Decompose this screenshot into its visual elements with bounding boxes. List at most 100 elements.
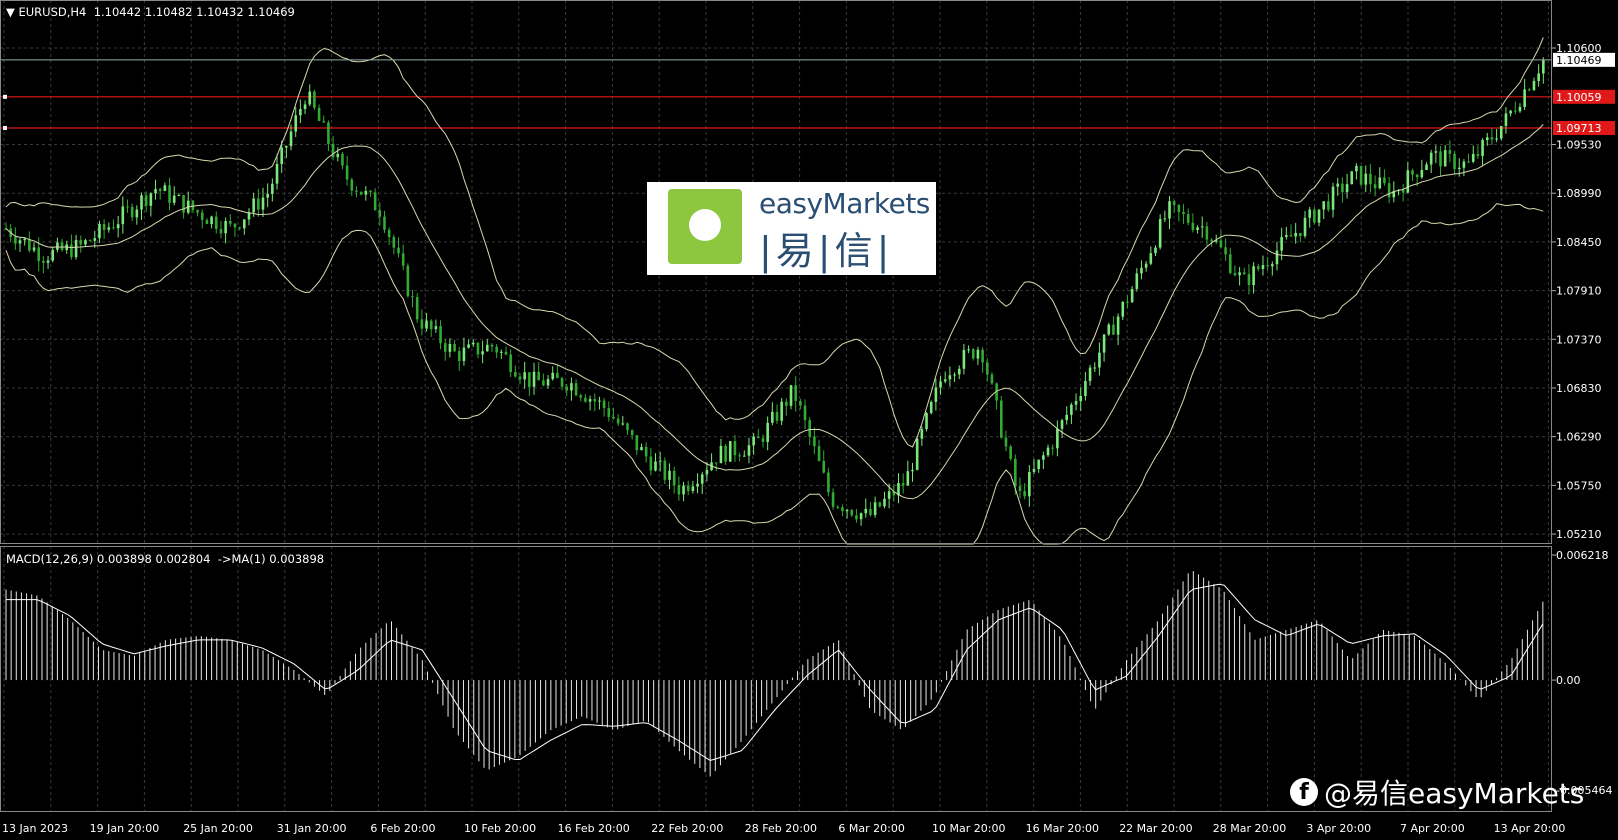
candle-body (228, 221, 232, 224)
candle-body (1495, 138, 1498, 140)
candle-body (84, 240, 87, 245)
candle-body (616, 418, 620, 424)
candle-body (976, 349, 980, 359)
candle-body (864, 508, 868, 514)
candle-body (1051, 447, 1054, 449)
candle-body (392, 237, 396, 248)
candle-body (453, 343, 456, 352)
level-tag-label: 1.09713 (1556, 122, 1602, 135)
candle-body (887, 491, 891, 499)
macd-panel (5, 571, 1544, 777)
candle-body (733, 441, 737, 456)
candle-body (1411, 170, 1414, 175)
candle-body (990, 374, 994, 384)
candle-body (747, 445, 751, 456)
candle-body (261, 197, 265, 210)
candle-body (1523, 89, 1526, 107)
candle-body (714, 462, 718, 464)
candle-body (481, 351, 484, 355)
candle-body (1485, 137, 1489, 141)
candle-body (102, 224, 106, 230)
candle-body (1542, 59, 1545, 74)
candle-body (88, 240, 92, 242)
candle-body (1317, 209, 1321, 223)
candle-body (182, 195, 185, 213)
candle-body (584, 397, 587, 402)
candle-body (883, 498, 886, 507)
candle-body (588, 399, 592, 402)
candle-body (317, 107, 321, 121)
brand-logo: easyMarkets |易|信| (647, 182, 936, 275)
candle-body (845, 509, 849, 512)
x-tick-label: 22 Feb 20:00 (651, 822, 723, 835)
candle-body (1014, 458, 1017, 487)
candle-body (149, 193, 153, 206)
candle-body (429, 320, 433, 330)
candle-body (1056, 428, 1059, 449)
candle-body (831, 492, 835, 507)
candle-body (855, 515, 858, 520)
candle-body (144, 195, 148, 206)
candle-body (546, 379, 550, 386)
candle-body (724, 445, 727, 462)
logo-brand-en: easyMarkets (759, 187, 930, 220)
candle-body (663, 460, 667, 480)
x-tick-label: 6 Mar 20:00 (838, 822, 904, 835)
candle-body (967, 349, 970, 351)
candle-body (378, 210, 382, 217)
candle-body (1242, 272, 1246, 275)
candle-body (1219, 240, 1223, 248)
x-tick-label: 22 Mar 20:00 (1119, 822, 1192, 835)
candle-body (1182, 211, 1185, 215)
candle-body (154, 189, 157, 194)
candle-body (28, 238, 31, 251)
candle-body (621, 423, 625, 425)
candle-body (341, 153, 344, 166)
macd-tick-label: 0.00 (1556, 674, 1581, 687)
candle-body (1401, 190, 1405, 193)
candle-body (775, 411, 779, 421)
candle-body (23, 238, 26, 241)
candle-body (836, 506, 840, 508)
candle-body (425, 320, 428, 329)
candle-body (369, 190, 372, 193)
candle-body (1294, 232, 1297, 237)
symbol-name: EURUSD,H4 (18, 5, 87, 19)
candle-body (1453, 153, 1456, 170)
candle-body (1266, 265, 1269, 267)
candle-body (294, 115, 298, 132)
y-tick-label: 1.09530 (1556, 139, 1602, 152)
candle-body (107, 227, 111, 230)
candle-body (859, 513, 863, 520)
candle-body (1299, 232, 1302, 237)
candle-body (817, 446, 821, 462)
candle-body (1359, 165, 1363, 185)
candle-body (1028, 471, 1031, 497)
candle-body (70, 244, 73, 258)
x-tick-label: 10 Mar 20:00 (932, 822, 1005, 835)
candle-body (1345, 184, 1349, 193)
candle-body (485, 344, 489, 352)
candle-body (401, 253, 405, 266)
candle-body (439, 326, 442, 344)
candle-body (112, 227, 115, 229)
candle-body (532, 371, 536, 387)
candle-body (196, 210, 199, 213)
candle-body (1509, 110, 1512, 114)
candle-body (1046, 447, 1050, 456)
candle-body (1116, 316, 1120, 335)
candle-body (1341, 183, 1344, 193)
candle-body (794, 385, 797, 401)
candle-body (1079, 395, 1083, 402)
candle-body (140, 195, 143, 210)
x-tick-label: 25 Jan 20:00 (183, 822, 253, 835)
candle-body (1102, 334, 1106, 353)
candle-body (476, 342, 480, 355)
watermark: f @易信easyMarkets (1290, 772, 1584, 812)
candle-body (1009, 446, 1012, 459)
candle-body (1471, 153, 1475, 162)
candle-body (1186, 214, 1190, 223)
candle-body (906, 471, 910, 486)
candle-body (1256, 266, 1260, 269)
candle-body (691, 486, 695, 491)
